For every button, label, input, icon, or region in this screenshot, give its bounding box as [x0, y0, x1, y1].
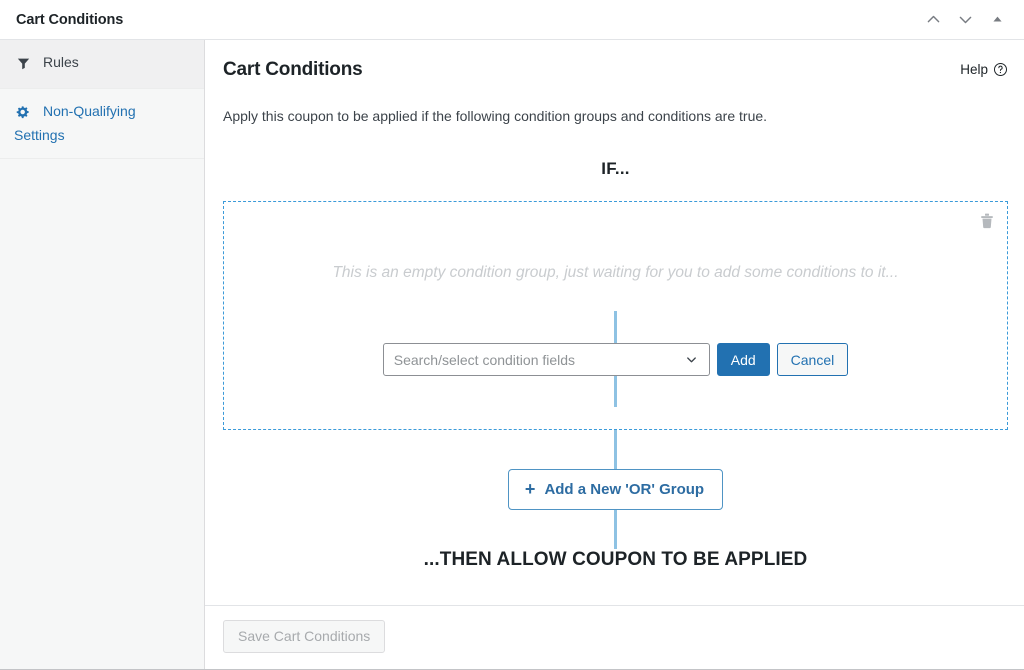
- chevron-down-icon: [684, 352, 699, 367]
- settings-sidebar: Rules Non-Qualifying Settings: [0, 40, 205, 669]
- connector-line: [614, 311, 617, 343]
- metabox-body: Rules Non-Qualifying Settings Cart Condi…: [0, 40, 1024, 669]
- condition-field-placeholder: Search/select condition fields: [393, 351, 576, 368]
- metabox-title: Cart Conditions: [16, 11, 124, 28]
- question-circle-icon: [993, 62, 1008, 77]
- condition-group: This is an empty condition group, just w…: [223, 201, 1008, 430]
- then-heading: ...THEN ALLOW COUPON TO BE APPLIED: [423, 549, 808, 570]
- metabox-actions: [918, 5, 1012, 35]
- save-cart-conditions-button[interactable]: Save Cart Conditions: [223, 620, 386, 653]
- toggle-panel-icon[interactable]: [982, 5, 1012, 35]
- sidebar-item-label: Non-Qualifying Settings: [14, 103, 136, 143]
- condition-field-select[interactable]: Search/select condition fields: [382, 343, 710, 376]
- main-panel: Cart Conditions Help Apply this coupon t…: [205, 40, 1024, 669]
- main-content: Cart Conditions Help Apply this coupon t…: [205, 40, 1024, 605]
- filter-icon: [14, 55, 32, 76]
- plus-icon: +: [524, 478, 536, 499]
- sidebar-item-non-qualifying-settings[interactable]: Non-Qualifying Settings: [0, 89, 204, 159]
- cart-conditions-metabox: Cart Conditions Rules Non-Qualifying Set…: [0, 0, 1024, 670]
- move-up-icon[interactable]: [918, 5, 948, 35]
- page-title: Cart Conditions: [223, 59, 363, 80]
- connector-line: [614, 376, 617, 407]
- empty-group-message: This is an empty condition group, just w…: [332, 264, 899, 281]
- cancel-condition-button[interactable]: Cancel: [776, 343, 849, 376]
- connector-line: [614, 510, 617, 549]
- add-or-group-label: Add a New 'OR' Group: [544, 480, 705, 498]
- trash-icon[interactable]: [976, 210, 998, 232]
- intro-text: Apply this coupon to be applied if the f…: [223, 108, 768, 124]
- add-condition-row: Search/select condition fields Add Cance…: [234, 343, 997, 376]
- sidebar-item-label: Rules: [43, 54, 79, 70]
- connector-line: [614, 430, 617, 469]
- add-condition-button[interactable]: Add: [716, 343, 770, 376]
- move-down-icon[interactable]: [950, 5, 980, 35]
- if-heading: IF...: [601, 159, 630, 178]
- sidebar-item-rules[interactable]: Rules: [0, 40, 204, 89]
- condition-groups: This is an empty condition group, just w…: [223, 201, 1008, 571]
- gear-icon: [14, 104, 32, 125]
- main-footer: Save Cart Conditions: [205, 605, 1024, 669]
- add-or-group-button[interactable]: + Add a New 'OR' Group: [507, 469, 724, 510]
- main-header: Cart Conditions Help: [223, 58, 1008, 82]
- metabox-titlebar: Cart Conditions: [0, 0, 1024, 40]
- help-label: Help: [960, 62, 988, 77]
- help-link[interactable]: Help: [960, 58, 1008, 77]
